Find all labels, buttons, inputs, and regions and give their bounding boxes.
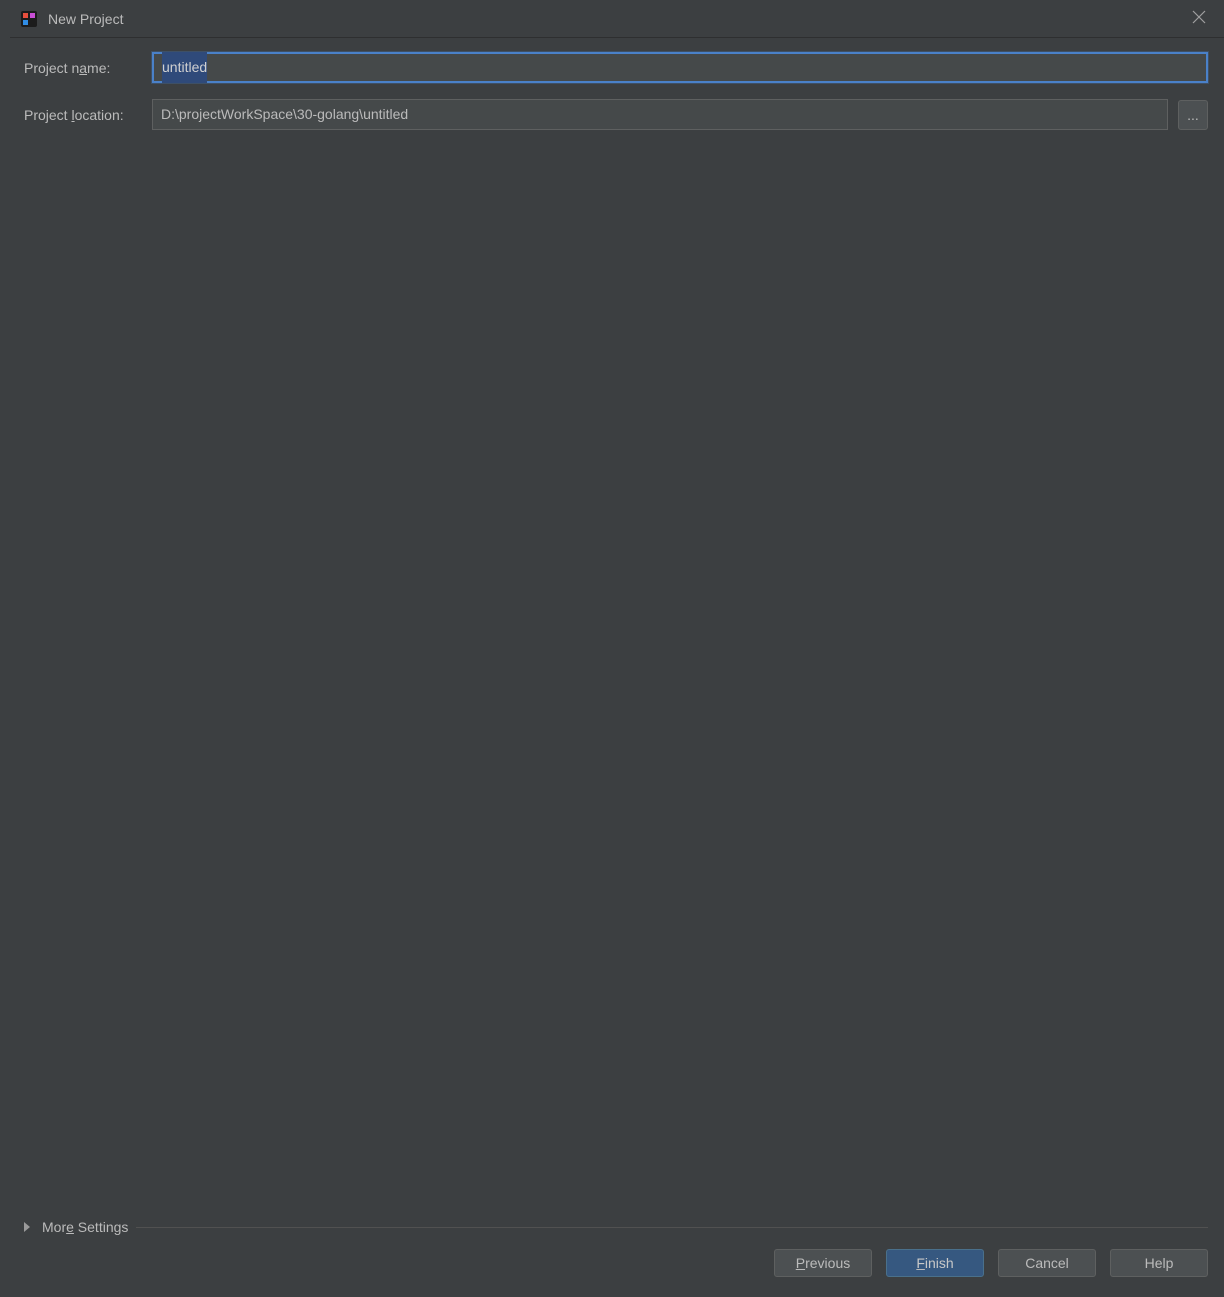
button-bar: Previous Finish Cancel Help (10, 1249, 1224, 1297)
project-location-input[interactable]: D:\projectWorkSpace\30-golang\untitled (152, 99, 1168, 130)
previous-button-label: Previous (796, 1255, 850, 1271)
browse-button[interactable]: ... (1178, 100, 1208, 130)
finish-button[interactable]: Finish (886, 1249, 984, 1277)
previous-button[interactable]: Previous (774, 1249, 872, 1277)
help-button[interactable]: Help (1110, 1249, 1208, 1277)
dialog-content: Project name: untitled Project location:… (10, 38, 1224, 1249)
cancel-button-label: Cancel (1025, 1255, 1069, 1271)
form-area: Project name: untitled Project location:… (24, 52, 1208, 146)
project-name-label: Project name: (24, 60, 152, 76)
app-icon (20, 10, 38, 28)
more-settings-label: More Settings (42, 1219, 128, 1235)
content-spacer (24, 146, 1208, 1213)
close-button[interactable] (1184, 4, 1214, 34)
dialog-title: New Project (48, 11, 1184, 27)
project-location-value: D:\projectWorkSpace\30-golang\untitled (161, 100, 408, 129)
project-name-input[interactable]: untitled (152, 52, 1208, 83)
project-location-label: Project location: (24, 107, 152, 123)
ellipsis-icon: ... (1187, 107, 1199, 123)
close-icon (1192, 10, 1206, 27)
bg-sidebar-strip (0, 0, 10, 1297)
new-project-dialog: New Project Project name: untitled Proje… (10, 0, 1224, 1297)
finish-button-label: Finish (916, 1255, 953, 1271)
project-location-row: Project location: D:\projectWorkSpace\30… (24, 99, 1208, 130)
cancel-button[interactable]: Cancel (998, 1249, 1096, 1277)
more-settings-divider (136, 1227, 1208, 1228)
project-name-row: Project name: untitled (24, 52, 1208, 83)
more-settings-toggle[interactable]: More Settings (24, 1213, 1208, 1249)
expand-icon (24, 1222, 30, 1232)
project-location-input-wrap: D:\projectWorkSpace\30-golang\untitled .… (152, 99, 1208, 130)
titlebar: New Project (10, 0, 1224, 38)
project-name-value-selected: untitled (162, 52, 207, 83)
help-button-label: Help (1145, 1255, 1174, 1271)
